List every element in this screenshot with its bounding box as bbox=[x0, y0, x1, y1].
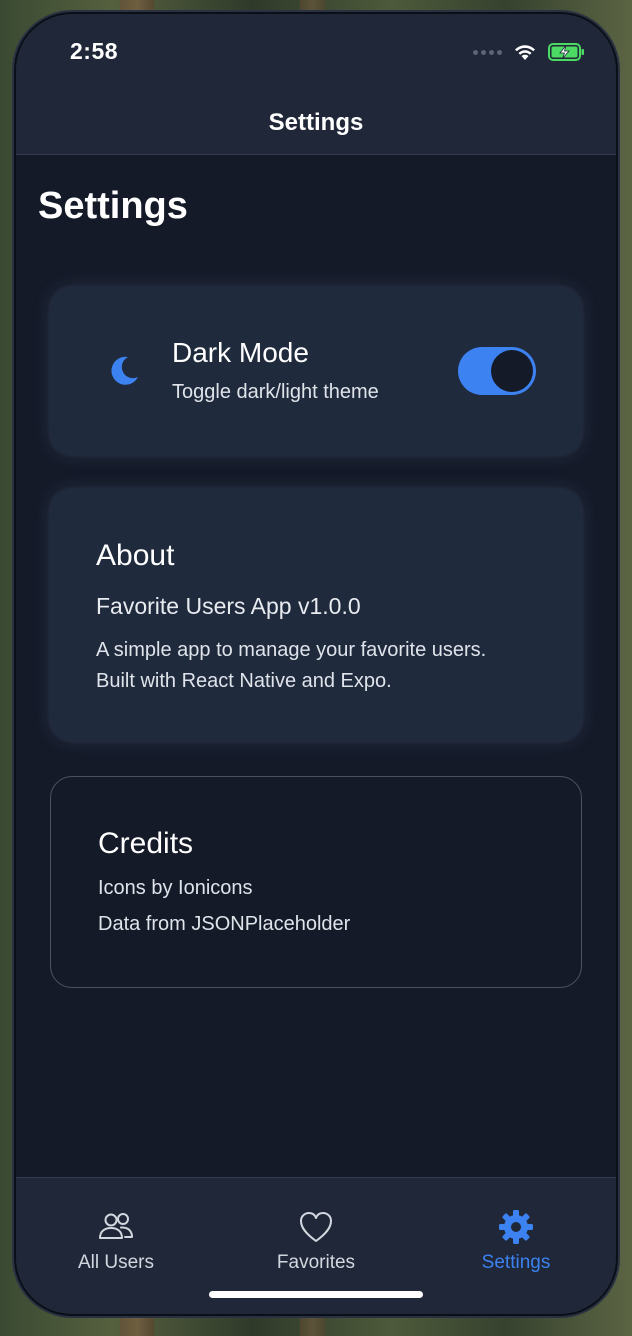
tab-all-users[interactable]: All Users bbox=[16, 1208, 216, 1274]
signal-dots-icon bbox=[473, 49, 502, 55]
battery-charging-icon bbox=[548, 43, 584, 61]
toggle-knob bbox=[491, 350, 533, 392]
home-indicator bbox=[209, 1291, 423, 1298]
status-time: 2:58 bbox=[70, 38, 119, 64]
phone-frame: 2:58 Settings Settings Dark Mode Toggle … bbox=[16, 14, 616, 1314]
gear-icon bbox=[499, 1210, 533, 1244]
tab-settings[interactable]: Settings bbox=[416, 1208, 616, 1274]
moon-icon bbox=[111, 356, 138, 385]
tab-settings-label: Settings bbox=[481, 1252, 551, 1273]
credits-data-line: Data from JSONPlaceholder bbox=[98, 913, 351, 935]
credits-icons-line: Icons by Ionicons bbox=[98, 877, 253, 899]
about-card: About Favorite Users App v1.0.0 A simple… bbox=[50, 489, 582, 741]
credits-title: Credits bbox=[98, 827, 194, 860]
settings-content: Settings Dark Mode Toggle dark/light the… bbox=[16, 155, 616, 1177]
app-description: A simple app to manage your favorite use… bbox=[96, 639, 487, 692]
status-bar: 2:58 bbox=[16, 14, 616, 90]
people-icon bbox=[99, 1213, 133, 1239]
heart-icon bbox=[300, 1212, 332, 1242]
about-title: About bbox=[96, 539, 175, 572]
wifi-icon bbox=[515, 45, 535, 60]
navigation-header: Settings bbox=[16, 90, 616, 155]
tab-favorites-label: Favorites bbox=[276, 1252, 356, 1273]
app-version: Favorite Users App v1.0.0 bbox=[96, 593, 361, 619]
tab-all-users-label: All Users bbox=[77, 1252, 154, 1273]
status-icons bbox=[473, 42, 586, 62]
dark-mode-subtitle: Toggle dark/light theme bbox=[172, 381, 379, 403]
page-title: Settings bbox=[38, 185, 188, 227]
header-title: Settings bbox=[268, 109, 364, 136]
tab-favorites[interactable]: Favorites bbox=[216, 1208, 416, 1274]
credits-card: Credits Icons by Ionicons Data from JSON… bbox=[50, 776, 582, 988]
dark-mode-toggle[interactable] bbox=[458, 347, 536, 395]
dark-mode-card: Dark Mode Toggle dark/light theme bbox=[50, 287, 582, 455]
dark-mode-title: Dark Mode bbox=[172, 337, 309, 368]
